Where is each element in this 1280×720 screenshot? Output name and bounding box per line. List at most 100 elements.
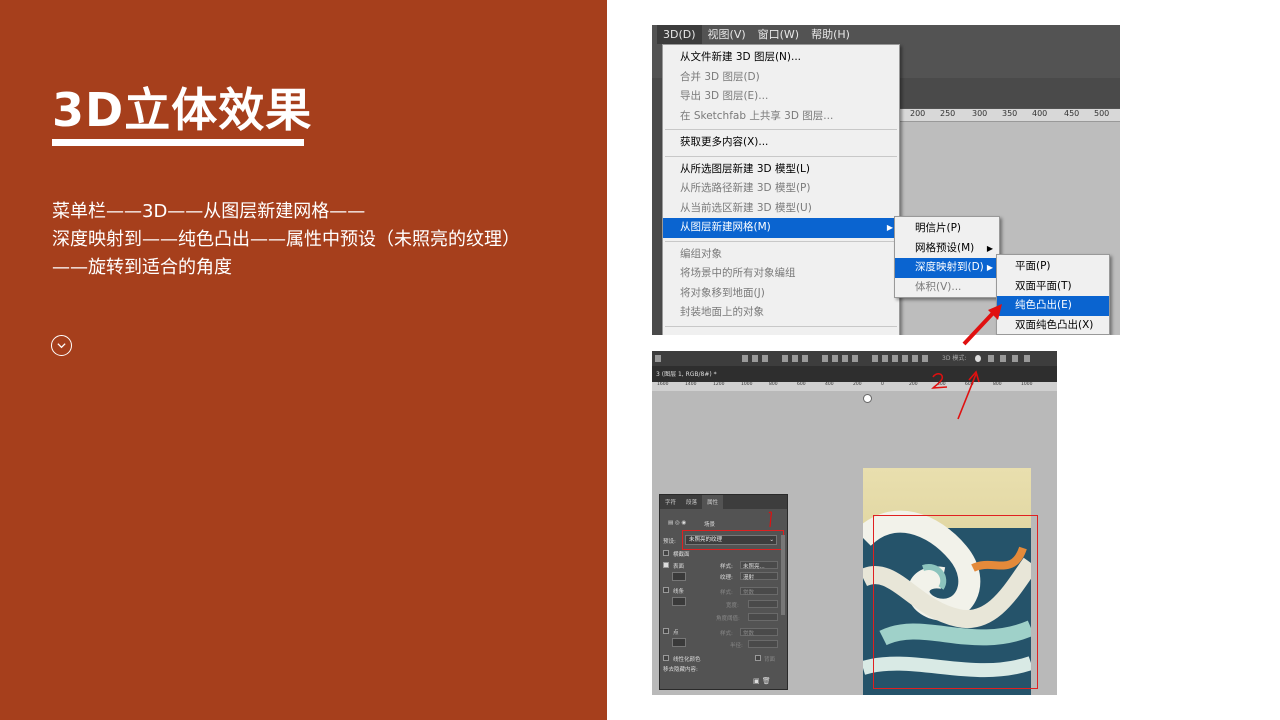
- menu-item-new-3d-from-layer[interactable]: 从所选图层新建 3D 模型(L): [663, 160, 899, 180]
- ruler-tick: 1400: [685, 382, 697, 387]
- ruler-tick: 800: [993, 382, 1002, 387]
- menu-item-two-sided-solid-extrusion[interactable]: 双面纯色凸出(X): [997, 316, 1109, 336]
- photoshop-3d-menu-screenshot: 3D(D) 视图(V) 窗口(W) 帮助(H) 200 250 300 350 …: [652, 25, 1120, 335]
- width-field[interactable]: [748, 600, 778, 608]
- light-source-icon[interactable]: [863, 394, 872, 403]
- menu-item-group-all-objects[interactable]: 将场景中的所有对象编组: [663, 264, 899, 284]
- menu-3d-dropdown: 从文件新建 3D 图层(N)... 合并 3D 图层(D) 导出 3D 图层(E…: [662, 44, 900, 335]
- ruler-tick: 1600: [657, 382, 669, 387]
- lines-label: 线条: [673, 589, 685, 595]
- menu-item-get-more-content[interactable]: 获取更多内容(X)...: [663, 133, 899, 153]
- radius-field[interactable]: [748, 640, 778, 648]
- ruler-tick: 200: [853, 382, 862, 387]
- photoshop-3d-properties-screenshot: 3D 模式: 3 (图层 1, RGB/8#) * 1600 1400 1200…: [652, 351, 1057, 695]
- points-color-swatch[interactable]: [672, 638, 686, 647]
- horizontal-ruler: 200 250 300 350 400 450 500: [900, 109, 1120, 122]
- lines-style-label: 样式:: [720, 590, 733, 596]
- angle-threshold-label: 角度阈值:: [716, 616, 740, 622]
- surface-checkbox[interactable]: [663, 562, 669, 568]
- menu-item-new-3d-layer-from-file[interactable]: 从文件新建 3D 图层(N)...: [663, 48, 899, 68]
- ruler-tick: 200: [910, 109, 926, 118]
- ruler-tick: 400: [825, 382, 834, 387]
- ruler-tick: 1000: [741, 382, 753, 387]
- tools-strip: [652, 78, 662, 335]
- menu-item-group-objects[interactable]: 编组对象: [663, 245, 899, 265]
- annotation-one-icon: [768, 511, 772, 528]
- expand-circle-button[interactable]: [51, 335, 72, 356]
- menu-item-move-to-ground[interactable]: 将对象移到地面(J): [663, 284, 899, 304]
- backface-label: 背面: [764, 657, 776, 663]
- surface-style-value: 未照亮...: [743, 564, 765, 570]
- menu-item-new-mesh-from-layer[interactable]: 从图层新建网格(M) ▶: [663, 218, 899, 238]
- ruler-tick: 350: [1002, 109, 1018, 118]
- menu-item-plane[interactable]: 平面(P): [997, 257, 1109, 277]
- menu-item-pack-objects[interactable]: 封装地面上的对象: [663, 303, 899, 323]
- menu-help[interactable]: 帮助(H): [805, 25, 856, 44]
- preset-label: 预设:: [663, 539, 676, 545]
- remove-hidden-label: 移去隐藏内容:: [663, 667, 698, 673]
- menu-view[interactable]: 视图(V): [702, 25, 752, 44]
- points-style-select[interactable]: 常数: [740, 628, 778, 637]
- tab-properties[interactable]: 属性: [702, 495, 724, 509]
- cross-section-checkbox[interactable]: [663, 550, 669, 556]
- left-panel: 3D立体效果 菜单栏——3D——从图层新建网格—— 深度映射到——纯色凸出——属…: [0, 0, 607, 720]
- backface-checkbox[interactable]: [755, 655, 761, 661]
- menu-separator: [665, 325, 897, 327]
- surface-style-select[interactable]: 未照亮...: [740, 561, 778, 570]
- ruler-tick: 300: [972, 109, 988, 118]
- surface-color-swatch[interactable]: [672, 572, 686, 581]
- menu-item-two-sided-plane[interactable]: 双面平面(T): [997, 277, 1109, 297]
- texture-label: 纹理:: [720, 575, 733, 581]
- ruler-tick: 1000: [1021, 382, 1033, 387]
- tab-character[interactable]: 字符: [660, 495, 681, 509]
- menu-window[interactable]: 窗口(W): [752, 25, 805, 44]
- width-label: 宽度:: [726, 603, 739, 609]
- menu-item-new-3d-from-path[interactable]: 从所选路径新建 3D 模型(P): [663, 179, 899, 199]
- ruler-tick: 450: [1064, 109, 1080, 118]
- 3d-mode-label: 3D 模式:: [942, 355, 967, 362]
- menu-item-new-3d-from-selection[interactable]: 从当前选区新建 3D 模型(U): [663, 199, 899, 219]
- menu-item-merge-3d-layers[interactable]: 合并 3D 图层(D): [663, 68, 899, 88]
- tab-paragraph[interactable]: 段落: [681, 495, 702, 509]
- ruler-tick: 600: [797, 382, 806, 387]
- menu-item-label: 从图层新建网格(M): [680, 221, 771, 233]
- texture-value: 漫射: [743, 575, 755, 581]
- depth-map-submenu: 平面(P) 双面平面(T) 纯色凸出(E) 双面纯色凸出(X): [996, 254, 1110, 335]
- menu-item-label: 深度映射到(D): [915, 261, 984, 273]
- points-checkbox[interactable]: [663, 628, 669, 634]
- ruler-tick: 250: [940, 109, 956, 118]
- lines-color-swatch[interactable]: [672, 597, 686, 606]
- properties-panel: 字符 段落 属性 ▤ ◎ ◉ 场景 预设: 未照亮的纹理 ⌄ 横截面 表面 样式…: [659, 494, 788, 690]
- menu-item-export-3d-layer[interactable]: 导出 3D 图层(E)...: [663, 87, 899, 107]
- desc-line-2: 深度映射到——纯色凸出——属性中预设（未照亮的纹理）: [52, 229, 520, 250]
- menu-item-solid-extrusion[interactable]: 纯色凸出(E): [997, 296, 1109, 316]
- panel-scrollbar[interactable]: [781, 535, 785, 615]
- menu-item-postcard[interactable]: 明信片(P): [895, 219, 999, 239]
- scene-label: 场景: [704, 522, 716, 528]
- desc-line-1: 菜单栏——3D——从图层新建网格——: [52, 201, 366, 222]
- points-style-label: 样式:: [720, 631, 733, 637]
- linearize-colors-checkbox[interactable]: [663, 655, 669, 661]
- menu-3d[interactable]: 3D(D): [657, 25, 702, 44]
- rotate-3d-icon[interactable]: [975, 355, 981, 362]
- menu-item-mesh-preset[interactable]: 网格预设(M) ▶: [895, 239, 999, 259]
- chevron-down-icon: [57, 343, 66, 349]
- angle-threshold-field[interactable]: [748, 613, 778, 621]
- ruler-tick: 500: [1094, 109, 1110, 118]
- surface-label: 表面: [673, 564, 685, 570]
- menu-item-depth-map[interactable]: 深度映射到(D) ▶: [895, 258, 999, 278]
- menu-item-share-sketchfab[interactable]: 在 Sketchfab 上共享 3D 图层...: [663, 107, 899, 127]
- preset-highlight-box: [682, 530, 784, 550]
- texture-select[interactable]: 漫射: [740, 572, 778, 581]
- document-tab-title[interactable]: 3 (图层 1, RGB/8#) *: [652, 369, 721, 378]
- scene-header-icons: ▤ ◎ ◉: [668, 520, 687, 526]
- lines-checkbox[interactable]: [663, 587, 669, 593]
- menu-item-volume[interactable]: 体积(V)...: [895, 278, 999, 298]
- slide: 3D立体效果 菜单栏——3D——从图层新建网格—— 深度映射到——纯色凸出——属…: [0, 0, 1280, 720]
- menu-separator: [665, 129, 897, 130]
- points-style-value: 常数: [743, 631, 755, 637]
- desc-line-3: ——旋转到适合的角度: [52, 257, 232, 278]
- lines-style-select[interactable]: 常数: [740, 587, 778, 596]
- document-tab: 3 (图层 1, RGB/8#) *: [652, 366, 1057, 382]
- ruler-tick: 200: [909, 382, 918, 387]
